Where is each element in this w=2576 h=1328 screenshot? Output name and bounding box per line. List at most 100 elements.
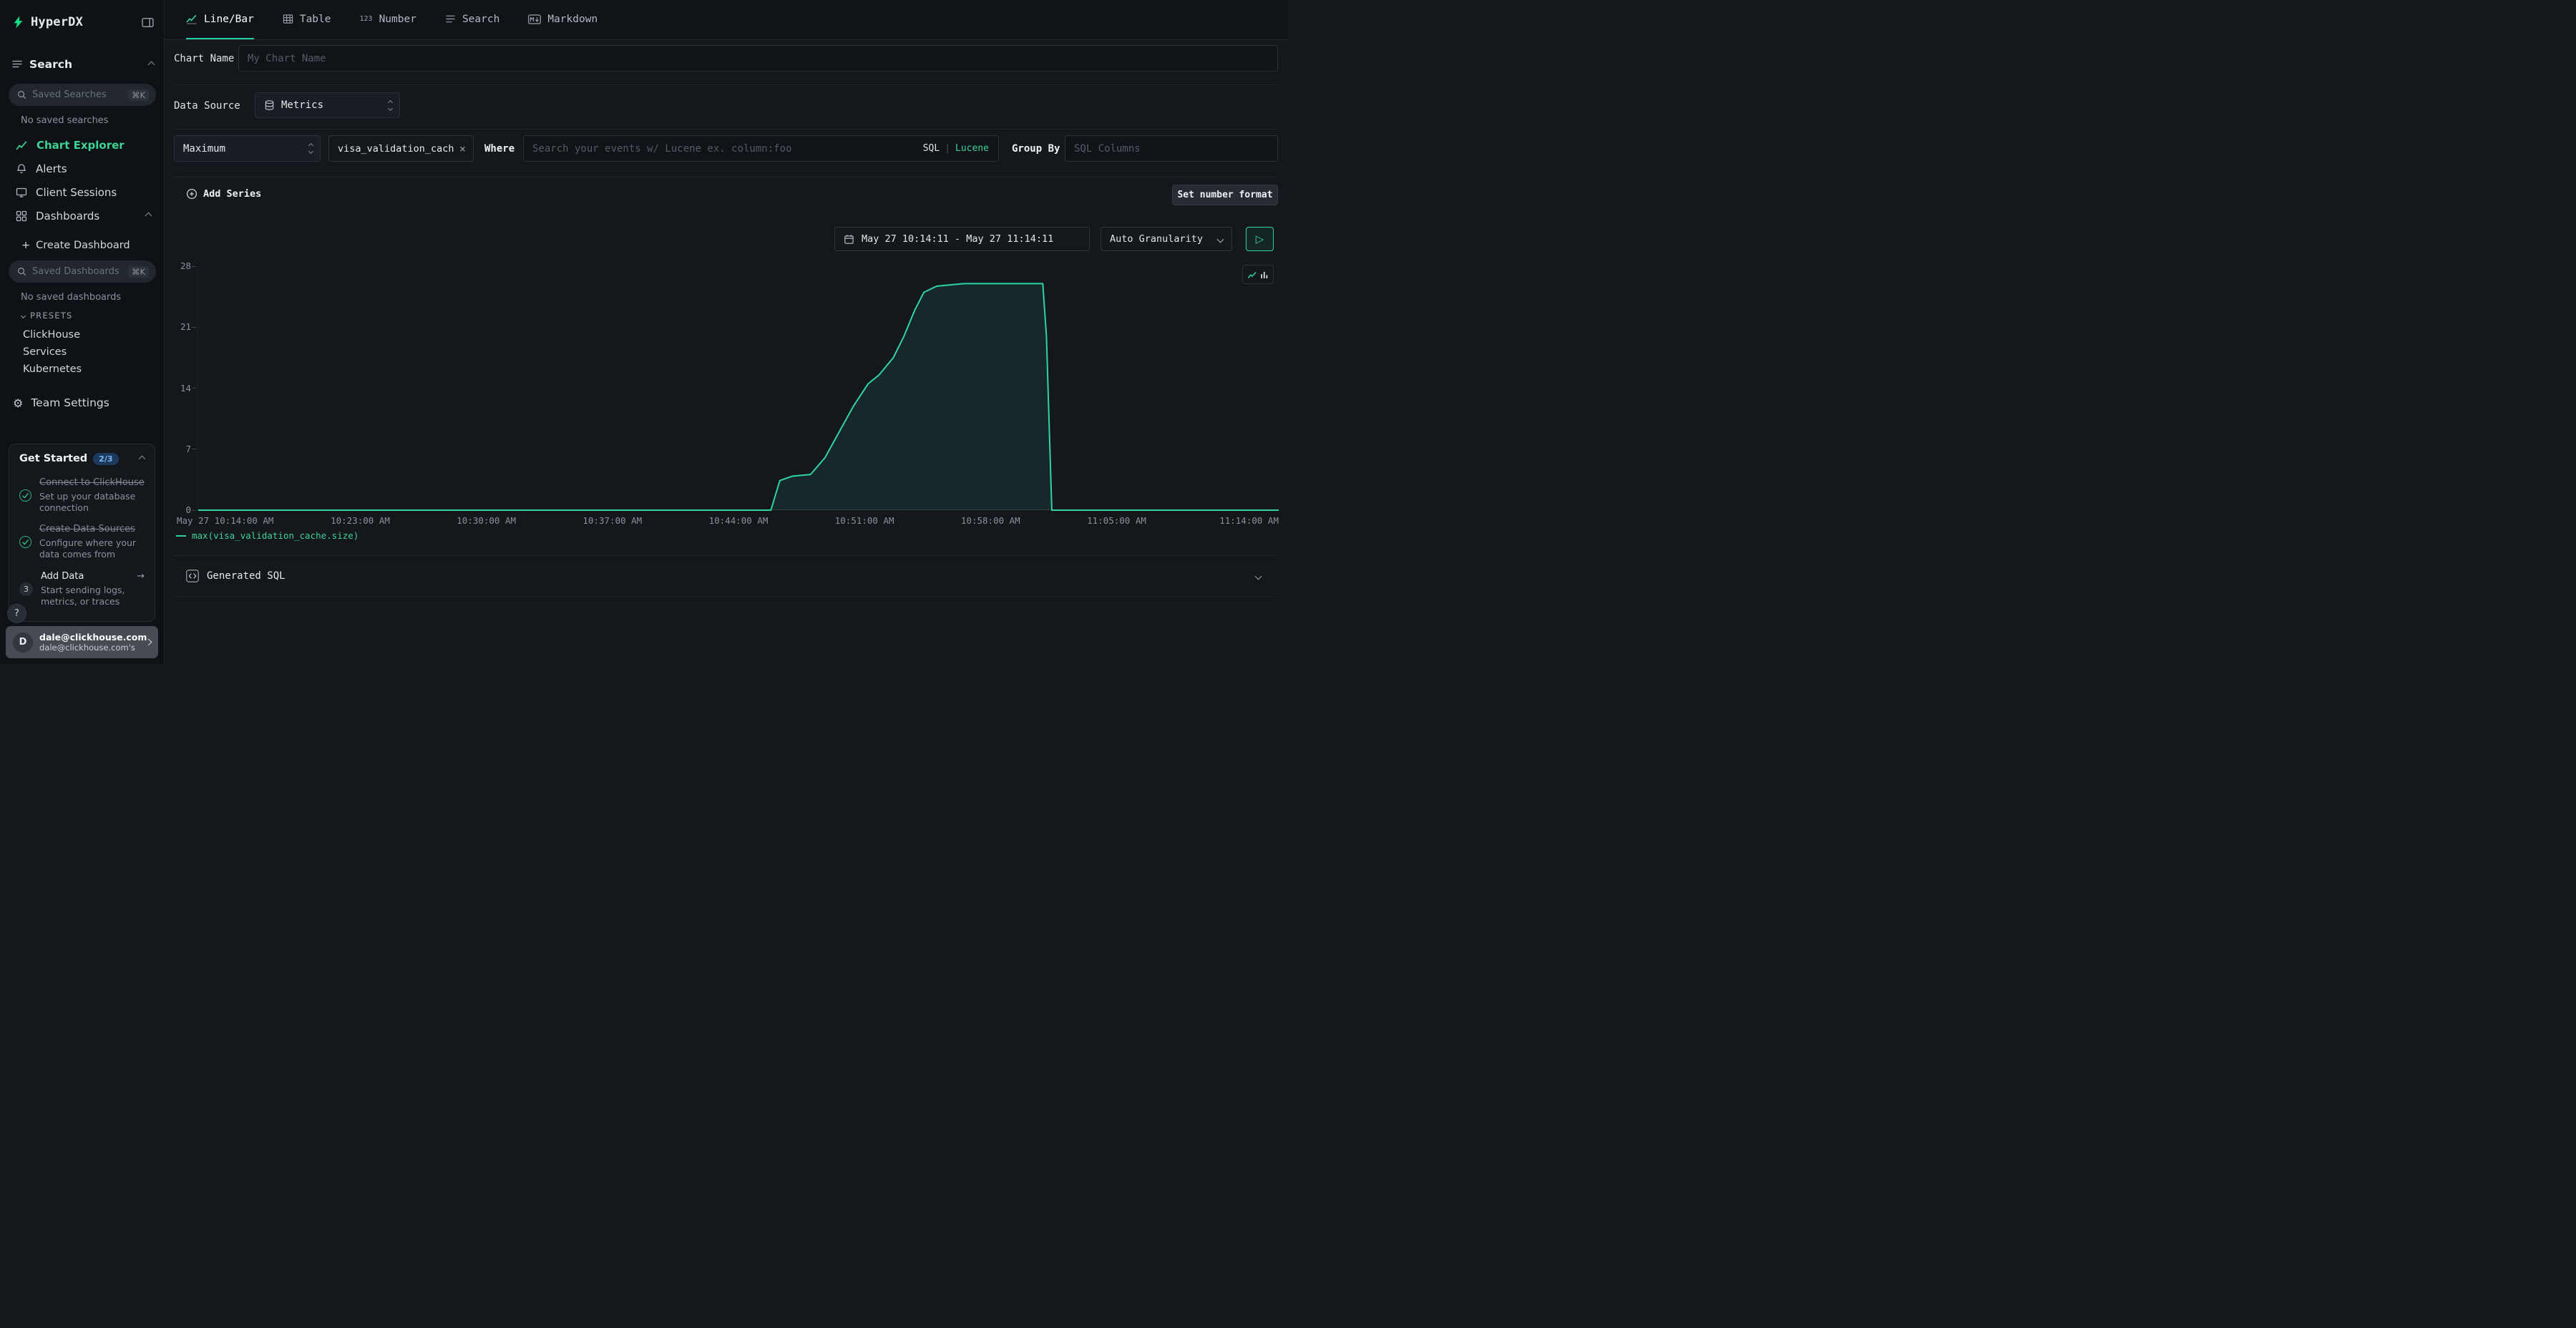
get-started-item-title: Connect to ClickHouse xyxy=(39,477,145,489)
team-settings-label: Team Settings xyxy=(31,396,109,409)
bell-icon xyxy=(16,163,27,175)
where-search-box: SQL | Lucene xyxy=(523,135,999,162)
group-by-input[interactable] xyxy=(1065,135,1278,162)
saved-dashboards-shortcut: ⌘K xyxy=(128,266,149,278)
get-started-item-connect[interactable]: Connect to ClickHouse Set up your databa… xyxy=(19,472,145,519)
saved-searches-shortcut: ⌘K xyxy=(128,89,149,101)
saved-searches-input[interactable]: Saved Searches ⌘K xyxy=(9,84,156,106)
user-email: dale@clickhouse.com xyxy=(39,632,140,643)
chart-svg xyxy=(198,266,1279,510)
sidebar-item-label: Alerts xyxy=(36,162,67,175)
close-icon[interactable]: × xyxy=(454,142,466,155)
create-dashboard-button[interactable]: + Create Dashboard xyxy=(0,236,164,255)
chevron-right-icon xyxy=(145,639,152,646)
tab-label: Number xyxy=(379,14,416,25)
tab-table[interactable]: Table xyxy=(283,0,331,39)
divider xyxy=(174,129,1278,130)
arrow-right-icon: → xyxy=(132,571,145,583)
date-range-picker[interactable]: May 27 10:14:11 - May 27 11:14:11 xyxy=(834,227,1090,251)
preset-item-kubernetes[interactable]: Kubernetes xyxy=(0,361,164,378)
tab-label: Line/Bar xyxy=(204,14,254,25)
chevron-down-icon xyxy=(1255,572,1262,580)
aggregation-select[interactable]: Maximum xyxy=(174,135,321,162)
search-section-header[interactable]: Search xyxy=(11,57,154,72)
x-axis-label: 10:30:00 AM xyxy=(457,515,516,526)
saved-searches-placeholder: Saved Searches xyxy=(32,89,107,100)
saved-dashboards-input[interactable]: Saved Dashboards ⌘K xyxy=(9,260,156,283)
select-chevrons-icon xyxy=(389,101,392,110)
presets-label: PRESETS xyxy=(30,311,72,321)
generated-sql-toggle[interactable]: Generated SQL xyxy=(165,556,1281,596)
add-series-button[interactable]: Add Series xyxy=(186,188,261,200)
get-started-item-title: Add Data → xyxy=(41,571,145,583)
series-line xyxy=(198,283,1279,510)
tab-markdown[interactable]: Markdown xyxy=(528,0,597,39)
tab-line-bar[interactable]: Line/Bar xyxy=(186,0,254,39)
sidebar-item-dashboards[interactable]: Dashboards xyxy=(0,204,164,228)
x-axis-label: 10:23:00 AM xyxy=(331,515,390,526)
lucene-toggle-button[interactable]: Lucene xyxy=(955,143,989,154)
preset-label: Services xyxy=(23,346,67,358)
set-number-format-button[interactable]: Set number format xyxy=(1172,185,1278,205)
chevron-down-icon xyxy=(21,313,26,318)
tab-search[interactable]: Search xyxy=(445,0,499,39)
get-started-item-subtitle: Start sending logs, metrics, or traces xyxy=(41,585,145,608)
sql-toggle-button[interactable]: SQL xyxy=(923,143,940,154)
chart-legend[interactable]: max(visa_validation_cache.size) xyxy=(176,530,358,541)
create-dashboard-label: Create Dashboard xyxy=(36,240,130,251)
get-started-item-add-data[interactable]: 3 Add Data → Start sending logs, metrics… xyxy=(19,566,145,612)
table-icon xyxy=(283,14,293,24)
markdown-icon xyxy=(528,14,541,24)
check-circle-icon xyxy=(19,536,31,548)
app-title: HyperDX xyxy=(31,15,83,29)
help-button[interactable]: ? xyxy=(7,604,26,623)
logo-row: HyperDX xyxy=(11,13,154,31)
get-started-item-subtitle: Configure where your data comes from xyxy=(39,537,145,561)
sidebar-item-chart-explorer[interactable]: Chart Explorer xyxy=(0,133,164,157)
generated-sql-label: Generated SQL xyxy=(207,570,286,582)
legend-swatch xyxy=(176,535,186,537)
list-icon xyxy=(445,14,456,24)
tab-label: Search xyxy=(462,14,499,25)
y-axis-label: 0 xyxy=(165,504,191,515)
granularity-select[interactable]: Auto Granularity xyxy=(1101,227,1232,251)
tab-number[interactable]: 123 Number xyxy=(360,0,416,39)
plus-circle-icon xyxy=(186,188,197,200)
chart-plot[interactable]: 07142128May 27 10:14:00 AM10:23:00 AM10:… xyxy=(197,266,1278,510)
tab-label: Table xyxy=(300,14,331,25)
chevron-up-icon xyxy=(139,455,146,462)
search-section-icon xyxy=(11,59,23,70)
where-input[interactable] xyxy=(524,136,923,161)
preset-item-clickhouse[interactable]: ClickHouse xyxy=(0,326,164,343)
y-axis-tick xyxy=(192,266,196,267)
sidebar: HyperDX Search Saved Searches ⌘K No save… xyxy=(0,0,165,664)
y-axis-label: 28 xyxy=(165,260,191,271)
play-icon: ▷ xyxy=(1256,233,1264,245)
preset-item-services[interactable]: Services xyxy=(0,343,164,361)
sidebar-item-client-sessions[interactable]: Client Sessions xyxy=(0,180,164,204)
magnifier-icon xyxy=(17,90,26,99)
aggregation-value: Maximum xyxy=(183,143,225,155)
chart-name-input[interactable] xyxy=(238,45,1278,72)
data-source-value: Metrics xyxy=(281,99,323,111)
get-started-item-sources[interactable]: Create Data Sources Configure where your… xyxy=(19,519,145,565)
sidebar-item-alerts[interactable]: Alerts xyxy=(0,157,164,180)
sidebar-item-label: Dashboards xyxy=(36,210,99,223)
run-query-button[interactable]: ▷ xyxy=(1246,227,1274,251)
y-axis-tick xyxy=(192,327,196,328)
presets-header[interactable]: PRESETS xyxy=(21,311,72,321)
plus-icon: + xyxy=(21,240,30,251)
user-menu[interactable]: D dale@clickhouse.com dale@clickhouse.co… xyxy=(6,626,158,658)
sidebar-item-label: Client Sessions xyxy=(36,186,117,199)
monitor-icon xyxy=(16,187,27,198)
sidebar-item-team-settings[interactable]: ⚙ Team Settings xyxy=(0,394,164,412)
x-axis-label: 10:44:00 AM xyxy=(709,515,769,526)
step-number-badge: 3 xyxy=(19,582,33,596)
get-started-header[interactable]: Get Started 2/3 xyxy=(19,453,145,465)
query-language-toggle: SQL | Lucene xyxy=(923,143,998,154)
x-axis-label: 10:51:00 AM xyxy=(835,515,894,526)
data-source-select[interactable]: Metrics xyxy=(255,92,400,118)
sidebar-collapse-button[interactable] xyxy=(142,16,154,29)
metric-field-select[interactable]: visa_validation_cach × xyxy=(328,135,474,162)
granularity-value: Auto Granularity xyxy=(1110,233,1203,245)
